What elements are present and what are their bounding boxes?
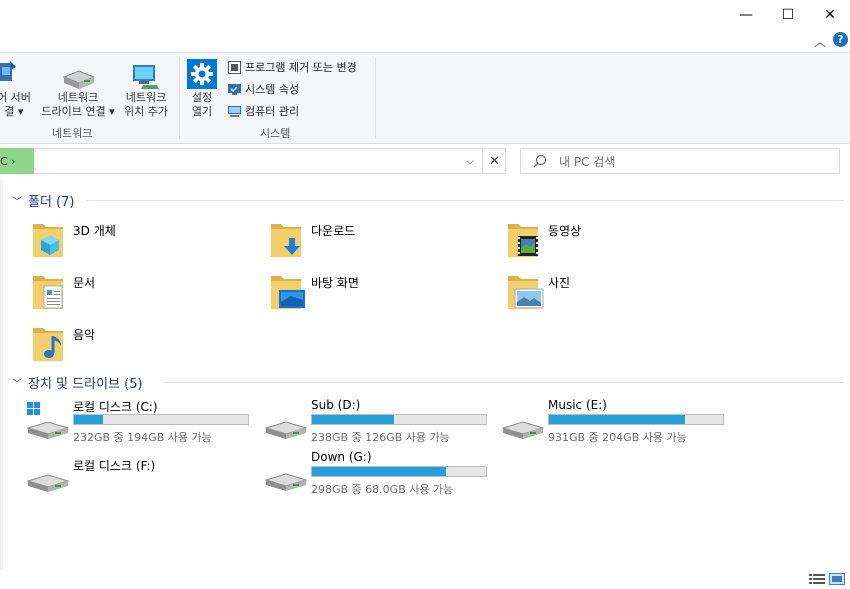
folder-3d-objects[interactable]: 3D 개체: [31, 220, 261, 266]
drives-section-header[interactable]: ﹀ 장치 및 드라이브 (5): [12, 373, 143, 392]
folder-videos[interactable]: 동영상: [506, 220, 736, 266]
folder-music[interactable]: 음악: [31, 324, 261, 370]
section-divider: [162, 382, 844, 383]
drive-item[interactable]: 로컬 디스크 (C:) 232GB 중 194GB 사용 가능: [27, 398, 257, 446]
network-group-label: 네트워크: [52, 127, 93, 140]
folder-name: 동영상: [548, 224, 582, 238]
breadcrumb[interactable]: C ›: [0, 148, 34, 174]
system-properties-button[interactable]: 시스템 속성: [228, 81, 299, 97]
hard-drive-icon: [27, 474, 69, 492]
hard-drive-icon: [265, 421, 307, 439]
ribbon: 어 서버 결 ▾ 네트워크 드라이브 연결 ▾ 네트워크 위치 추가 네트워크: [0, 52, 850, 144]
drive-item[interactable]: Down (G:) 298GB 중 68.0GB 사용 가능: [265, 450, 495, 498]
media-server-icon[interactable]: [0, 59, 16, 87]
search-icon: [533, 154, 547, 168]
folder-documents[interactable]: 문서: [31, 272, 261, 318]
desktop-folder-icon: [271, 276, 305, 309]
section-divider: [86, 200, 844, 201]
drive-name: Sub (D:): [311, 398, 361, 412]
add-network-location-button[interactable]: 네트워크 위치 추가: [120, 91, 172, 119]
pictures-folder-icon: [508, 276, 544, 309]
folder-name: 사진: [548, 276, 571, 290]
uninstall-program-button[interactable]: 프로그램 제거 또는 변경: [228, 59, 357, 75]
ribbon-divider: [375, 57, 376, 139]
chevron-down-icon: ﹀: [12, 379, 22, 390]
system-drive-icon: [27, 402, 69, 439]
drive-name: 로컬 디스크 (F:): [73, 459, 156, 473]
documents-folder-icon: [33, 276, 63, 309]
drive-usage-bar: [311, 414, 487, 425]
ribbon-divider: [179, 57, 180, 139]
chevron-down-icon: ﹀: [12, 197, 22, 208]
search-input[interactable]: 내 PC 검색: [559, 153, 615, 170]
drive-item[interactable]: Music (E:) 931GB 중 204GB 사용 가능: [502, 398, 732, 446]
folder-name: 다운로드: [311, 224, 356, 238]
stop-refresh-button[interactable]: ✕: [482, 148, 506, 174]
folder-name: 바탕 화면: [311, 276, 359, 290]
drive-name: Music (E:): [548, 398, 607, 412]
computer-management-icon: [228, 105, 241, 117]
hard-drive-icon: [265, 473, 307, 491]
hard-drive-icon: [502, 421, 544, 439]
add-network-location-icon[interactable]: [131, 63, 161, 91]
drive-free-space: 298GB 중 68.0GB 사용 가능: [311, 483, 454, 496]
uninstall-program-icon: [228, 60, 241, 74]
details-view-icon[interactable]: [809, 573, 825, 585]
videos-folder-icon: [508, 224, 538, 257]
system-properties-icon: [228, 83, 241, 95]
system-group-label: 시스템: [260, 127, 291, 140]
drive-free-space: 238GB 중 126GB 사용 가능: [311, 431, 450, 444]
folder-name: 3D 개체: [73, 224, 116, 238]
minimize-button[interactable]: —: [724, 0, 768, 30]
collapse-ribbon-chevron-icon[interactable]: ︿: [814, 33, 826, 50]
drive-free-space: 232GB 중 194GB 사용 가능: [73, 431, 212, 444]
help-icon[interactable]: ?: [833, 32, 848, 47]
drive-name: Down (G:): [311, 450, 372, 464]
address-bar[interactable]: [0, 148, 506, 174]
folder-name: 음악: [73, 328, 96, 342]
map-network-drive-button[interactable]: 네트워크 드라이브 연결 ▾: [38, 91, 118, 119]
drive-usage-bar: [548, 414, 724, 425]
music-folder-icon: [33, 328, 63, 361]
drive-item[interactable]: Sub (D:) 238GB 중 126GB 사용 가능: [265, 398, 495, 446]
drive-free-space: 931GB 중 204GB 사용 가능: [548, 431, 687, 444]
close-button[interactable]: ✕: [808, 0, 850, 30]
settings-gear-icon[interactable]: [187, 59, 217, 89]
navigation-pane-edge: [0, 180, 3, 570]
open-settings-button[interactable]: 설정 열기: [186, 91, 218, 119]
drive-item[interactable]: 로컬 디스크 (F:): [27, 457, 257, 505]
large-icons-view-icon[interactable]: [829, 573, 845, 585]
drive-usage-bar: [73, 414, 249, 425]
drive-name: 로컬 디스크 (C:): [73, 400, 158, 414]
address-history-dropdown-icon[interactable]: ⌵: [458, 148, 482, 174]
search-box[interactable]: 내 PC 검색: [520, 148, 840, 174]
folder-pictures[interactable]: 사진: [506, 272, 736, 318]
folder-name: 문서: [73, 276, 96, 290]
map-network-drive-icon[interactable]: [62, 67, 96, 91]
folder-desktop[interactable]: 바탕 화면: [269, 272, 499, 318]
3d-objects-folder-icon: [33, 224, 63, 257]
folders-section-header[interactable]: ﹀ 폴더 (7): [12, 191, 74, 210]
maximize-button[interactable]: ☐: [766, 0, 810, 30]
drive-usage-bar: [311, 466, 487, 477]
view-switcher: [809, 573, 845, 585]
downloads-folder-icon: [271, 224, 301, 257]
folder-downloads[interactable]: 다운로드: [269, 220, 499, 266]
computer-management-button[interactable]: 컴퓨터 관리: [228, 103, 299, 119]
media-server-label[interactable]: 어 서버 결 ▾: [0, 91, 34, 119]
